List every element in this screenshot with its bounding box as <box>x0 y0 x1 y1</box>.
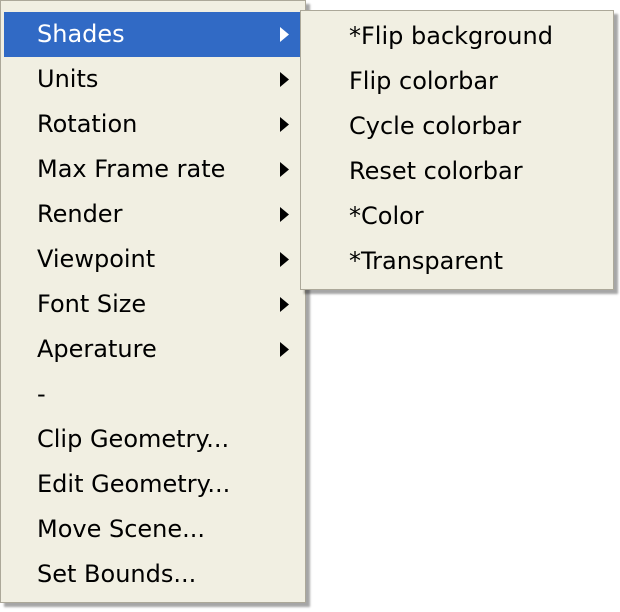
submenu-item-label: Reset colorbar <box>349 157 523 185</box>
menu-item-label: - <box>37 380 46 408</box>
menu-item-label: Aperature <box>37 335 157 363</box>
menu-item-clip-geometry[interactable]: Clip Geometry... <box>4 417 302 462</box>
menu-item-label: Move Scene... <box>37 515 206 543</box>
menu-item-label: Edit Geometry... <box>37 470 231 498</box>
submenu-item-label: *Transparent <box>349 247 504 275</box>
menu-item-label: Font Size <box>37 290 147 318</box>
menu-item-label: Rotation <box>37 110 138 138</box>
menu-item-label: Units <box>37 65 99 93</box>
shades-submenu: *Flip background Flip colorbar Cycle col… <box>300 10 614 290</box>
menu-item-separator[interactable]: - <box>4 372 302 417</box>
menu-item-font-size[interactable]: Font Size <box>4 282 302 327</box>
submenu-item-color[interactable]: *Color <box>301 194 613 239</box>
submenu-item-flip-colorbar[interactable]: Flip colorbar <box>301 59 613 104</box>
menu-item-move-scene[interactable]: Move Scene... <box>4 507 302 552</box>
menu-item-viewpoint[interactable]: Viewpoint <box>4 237 302 282</box>
menu-item-label: Shades <box>37 20 125 48</box>
context-menu: Shades Units Rotation Max Frame rate Ren… <box>0 0 306 603</box>
menu-item-set-bounds[interactable]: Set Bounds... <box>4 552 302 597</box>
menu-item-aperature[interactable]: Aperature <box>4 327 302 372</box>
menu-item-label: Render <box>37 200 123 228</box>
menu-item-render[interactable]: Render <box>4 192 302 237</box>
submenu-item-flip-background[interactable]: *Flip background <box>301 14 613 59</box>
menu-item-label: Clip Geometry... <box>37 425 230 453</box>
submenu-item-label: *Flip background <box>349 22 553 50</box>
submenu-item-label: *Color <box>349 202 424 230</box>
menu-item-units[interactable]: Units <box>4 57 302 102</box>
menu-item-label: Viewpoint <box>37 245 156 273</box>
submenu-item-label: Flip colorbar <box>349 67 498 95</box>
submenu-item-label: Cycle colorbar <box>349 112 522 140</box>
menu-item-edit-geometry[interactable]: Edit Geometry... <box>4 462 302 507</box>
menu-item-rotation[interactable]: Rotation <box>4 102 302 147</box>
menu-item-label: Max Frame rate <box>37 155 226 183</box>
submenu-item-reset-colorbar[interactable]: Reset colorbar <box>301 149 613 194</box>
menu-item-max-frame-rate[interactable]: Max Frame rate <box>4 147 302 192</box>
submenu-item-transparent[interactable]: *Transparent <box>301 239 613 284</box>
menu-item-label: Set Bounds... <box>37 560 197 588</box>
submenu-item-cycle-colorbar[interactable]: Cycle colorbar <box>301 104 613 149</box>
menu-item-shades[interactable]: Shades <box>4 12 302 57</box>
